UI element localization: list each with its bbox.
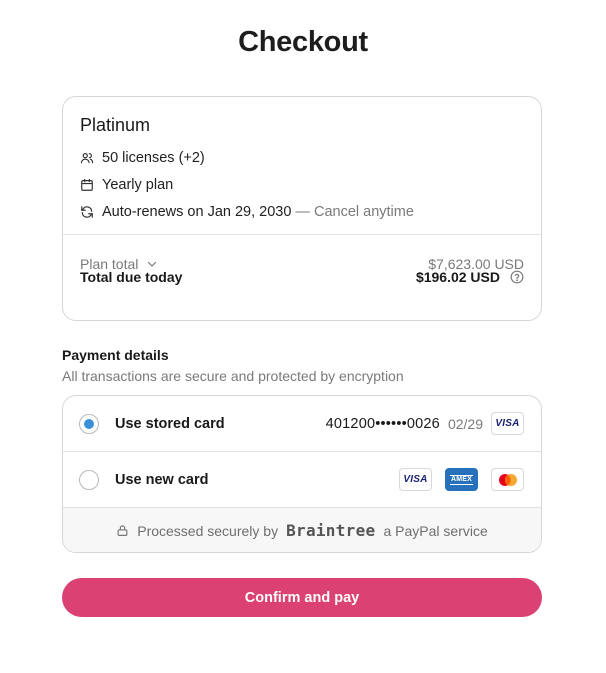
visa-logo-icon: VISA [491,412,524,435]
calendar-icon [80,178,94,192]
renewal-row: Auto-renews on Jan 29, 2030 — Cancel any… [80,198,524,225]
licenses-row: 50 licenses (+2) [80,144,524,171]
payment-methods-card: Use stored card 401200••••••0026 02/29 V… [62,395,542,553]
plan-details: Platinum 50 licenses (+2) Yearly plan Au… [63,97,541,235]
users-icon [80,151,94,165]
plan-name: Platinum [80,115,151,135]
stored-card-number: 401200••••••0026 [325,415,440,432]
payment-details-subheading: All transactions are secure and protecte… [62,368,404,384]
confirm-and-pay-button[interactable]: Confirm and pay [62,578,542,617]
payment-details-heading: Payment details [62,347,169,363]
secure-prefix: Processed securely by [137,522,279,539]
braintree-logo: Braintree [286,521,376,540]
secure-suffix: a PayPal service [383,522,488,539]
amex-logo-icon: AMEX [445,468,478,491]
visa-logo-text: VISA [403,474,428,485]
total-due-value: $196.02 USD [415,268,500,285]
new-card-label: Use new card [115,471,209,488]
new-card-option[interactable]: Use new card VISA AMEX [63,452,541,508]
mastercard-logo-icon [491,468,524,491]
refresh-icon [80,205,94,219]
secure-processing-note: Processed securely by Braintree a PayPal… [63,508,541,552]
billing-row: Yearly plan [80,171,524,198]
page-title: Checkout [238,26,368,58]
new-card-radio[interactable] [79,469,99,490]
lock-icon [116,524,129,537]
stored-card-radio[interactable] [79,413,99,434]
stored-card-expiry: 02/29 [447,415,483,432]
visa-logo-text: VISA [495,418,520,429]
amex-logo-text: AMEX [449,474,474,485]
plan-summary-card: Platinum 50 licenses (+2) Yearly plan Au… [62,96,542,321]
plan-totals: Plan total $7,623.00 USD Total due today… [63,235,541,285]
help-icon[interactable] [510,270,524,284]
total-due-label: Total due today [80,268,183,285]
total-due-row: Total due today $196.02 USD [80,269,524,285]
renewal-text: Auto-renews on Jan 29, 2030 [102,203,292,220]
licenses-text: 50 licenses (+2) [102,149,205,166]
visa-logo-icon: VISA [399,468,432,491]
billing-text: Yearly plan [102,176,174,193]
total-due-amount: $196.02 USD [416,269,524,285]
cancel-anytime-note: — Cancel anytime [295,203,414,220]
radio-selected-dot [84,418,94,429]
stored-card-option[interactable]: Use stored card 401200••••••0026 02/29 V… [63,396,541,452]
stored-card-label: Use stored card [115,415,225,432]
